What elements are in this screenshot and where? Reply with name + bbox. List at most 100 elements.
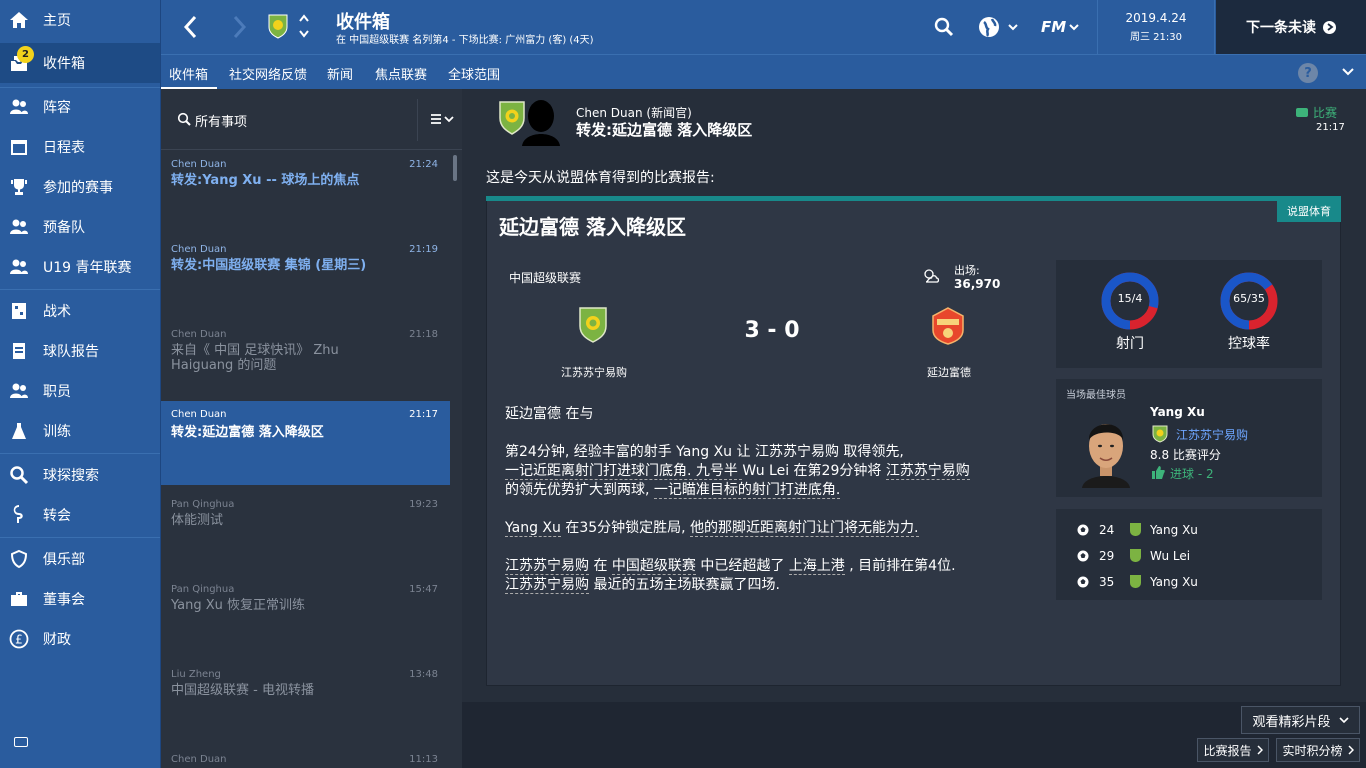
tab-inbox[interactable]: 收件箱 (169, 64, 208, 83)
help-icon[interactable]: ? (1298, 63, 1318, 83)
player-link[interactable]: Wu Lei (742, 463, 789, 479)
competition-name: 中国超级联赛 (509, 271, 582, 285)
player-link[interactable]: Yang Xu (505, 520, 561, 537)
date-display[interactable]: 2019.4.24 周三 21:30 (1097, 0, 1215, 54)
message-time: 21:19 (409, 244, 438, 255)
ball-icon (1077, 524, 1089, 536)
sidebar-item-calendar[interactable]: 日程表 (0, 127, 160, 167)
tab-social-feed[interactable]: 社交网络反馈 (229, 64, 307, 83)
shots-label: 射门 (1116, 336, 1144, 352)
motm-rating: 8.8 比赛评分 (1150, 448, 1221, 462)
report-paragraph: 江苏苏宁易购 最近的五场主场联赛赢了四场. (505, 577, 780, 594)
team-link[interactable]: 江苏苏宁易购 (505, 577, 589, 594)
team-link[interactable]: 上海上港 (788, 558, 845, 575)
motm-team[interactable]: 江苏苏宁易购 (1176, 426, 1248, 443)
ball-icon (1077, 576, 1089, 588)
team-link[interactable]: 江苏苏宁易购 (505, 558, 589, 575)
sidebar-item-club[interactable]: 俱乐部 (0, 539, 160, 579)
pound-icon: £ (9, 629, 29, 649)
sidebar-item-squad[interactable]: 阵容 (0, 87, 160, 127)
ticket-icon (1296, 107, 1308, 117)
world-menu-button[interactable] (978, 15, 1026, 39)
collapse-sidebar-icon[interactable] (14, 737, 28, 747)
watch-highlights-button[interactable]: 观看精彩片段 (1241, 706, 1360, 734)
club-switcher-icon[interactable] (298, 12, 310, 40)
sidebar-item-competitions[interactable]: 参加的赛事 (0, 167, 160, 207)
sidebar-item-label: 转会 (43, 508, 71, 524)
tactics-icon (9, 301, 29, 321)
tab-focus-league[interactable]: 焦点联赛 (375, 64, 427, 83)
chevron-down-icon[interactable] (1341, 65, 1355, 79)
sidebar-item-u19[interactable]: U19 青年联赛 (0, 247, 160, 287)
sidebar-item-training[interactable]: 训练 (0, 411, 160, 451)
tab-news[interactable]: 新闻 (327, 64, 353, 83)
sidebar-item-label: 阵容 (43, 100, 71, 116)
divider (0, 289, 160, 290)
search-icon[interactable] (934, 17, 954, 37)
sidebar-item-scouting[interactable]: 球探搜索 (0, 455, 160, 495)
ball-icon (1077, 550, 1089, 562)
sidebar-item-board[interactable]: 董事会 (0, 579, 160, 619)
sidebar-item-tactics[interactable]: 战术 (0, 291, 160, 331)
forward-icon[interactable] (229, 14, 249, 40)
tab-worldwide[interactable]: 全球范围 (448, 64, 500, 83)
sidebar-item-home[interactable]: 主页 (0, 0, 160, 40)
filter-all-items[interactable]: 所有事项 (195, 111, 247, 130)
team-link[interactable]: 江苏苏宁易购 (755, 444, 839, 460)
sidebar-item-staff[interactable]: 职员 (0, 371, 160, 411)
message-sender: Liu Zheng (171, 669, 221, 680)
message-item[interactable]: Chen Duan 21:18 来自《 中国 足球快讯》 Zhu Haiguan… (161, 321, 450, 405)
top-bar: 收件箱 在 中国超级联赛 名列第4 - 下场比赛: 广州富力 (客) (4天) … (161, 0, 1366, 54)
message-item[interactable]: Pan Qinghua 19:23 体能测试 (161, 491, 450, 575)
match-report-button[interactable]: 比赛报告 (1197, 738, 1269, 762)
message-item[interactable]: Chen Duan 21:24 转发:Yang Xu -- 球场上的焦点 (161, 151, 450, 235)
motm-player-name[interactable]: Yang Xu (1150, 405, 1205, 419)
club-crest-icon (1130, 523, 1141, 536)
sidebar-item-team-report[interactable]: 球队报告 (0, 331, 160, 371)
sidebar-item-label: 收件箱 (43, 56, 85, 72)
goal-scorer[interactable]: Yang Xu (1150, 575, 1198, 589)
message-time: 21:24 (409, 159, 438, 170)
competition-link[interactable]: 中国超级联赛 (611, 558, 696, 575)
message-item[interactable]: Liu Zheng 13:48 中国超级联赛 - 电视转播 (161, 661, 450, 745)
article-time: 21:17 (1316, 122, 1345, 133)
goal-scorer[interactable]: Wu Lei (1150, 549, 1190, 563)
message-time: 21:18 (409, 329, 438, 340)
sidebar-item-reserves[interactable]: 预备队 (0, 207, 160, 247)
goal-minute: 29 (1099, 549, 1115, 563)
away-team-name[interactable]: 延边富德 (913, 364, 985, 380)
sidebar-item-label: 预备队 (43, 220, 85, 236)
message-item[interactable]: Chen Duan 21:19 转发:中国超级联赛 集锦 (星期三) (161, 236, 450, 320)
message-sender: Pan Qinghua (171, 499, 235, 510)
sort-menu-icon[interactable] (430, 111, 456, 127)
list-scrollbar[interactable] (453, 155, 457, 181)
unread-count-badge: 2 (17, 46, 34, 63)
goal-scorer[interactable]: Yang Xu (1150, 523, 1198, 537)
sidebar-item-transfers[interactable]: 转会 (0, 495, 160, 535)
briefcase-icon (9, 589, 29, 609)
player-link[interactable]: Yang Xu (676, 444, 732, 460)
message-sender: Pan Qinghua (171, 584, 235, 595)
goal-minute: 35 (1099, 575, 1115, 589)
fm-menu-button[interactable]: FM (1041, 15, 1085, 39)
page-subtitle: 在 中国超级联赛 名列第4 - 下场比赛: 广州富力 (客) (4天) (336, 35, 594, 46)
club-crest-icon[interactable] (267, 13, 289, 39)
message-item[interactable]: Pan Qinghua 15:47 Yang Xu 恢复正常训练 (161, 576, 450, 660)
message-item-selected[interactable]: Chen Duan 21:17 转发:延边富德 落入降级区 (161, 401, 450, 485)
message-sender: Chen Duan (171, 159, 227, 170)
sidebar: 主页 收件箱 2 阵容 日程表 参加的赛事 预备队 U19 青年联赛 战术 球队… (0, 0, 161, 768)
back-icon[interactable] (181, 14, 201, 40)
report-paragraph: Yang Xu 在35分钟锁定胜局, 他的那脚近距离射门让门将无能为力. (505, 520, 919, 537)
sender-avatar (518, 96, 564, 146)
sidebar-item-label: 财政 (43, 632, 71, 648)
sidebar-item-finances[interactable]: £ 财政 (0, 619, 160, 659)
match-score: 3 - 0 (744, 318, 800, 343)
live-table-button[interactable]: 实时积分榜 (1276, 738, 1360, 762)
message-subject: 体能测试 (171, 513, 224, 528)
next-unread-button[interactable]: 下一条未读 (1216, 0, 1366, 54)
weather-icon (922, 268, 940, 284)
sidebar-item-label: 球探搜索 (43, 468, 99, 484)
home-team-name[interactable]: 江苏苏宁易购 (553, 364, 635, 380)
team-link[interactable]: 江苏苏宁易购 (885, 463, 970, 480)
message-item[interactable]: Chen Duan 11:13 (161, 746, 450, 768)
